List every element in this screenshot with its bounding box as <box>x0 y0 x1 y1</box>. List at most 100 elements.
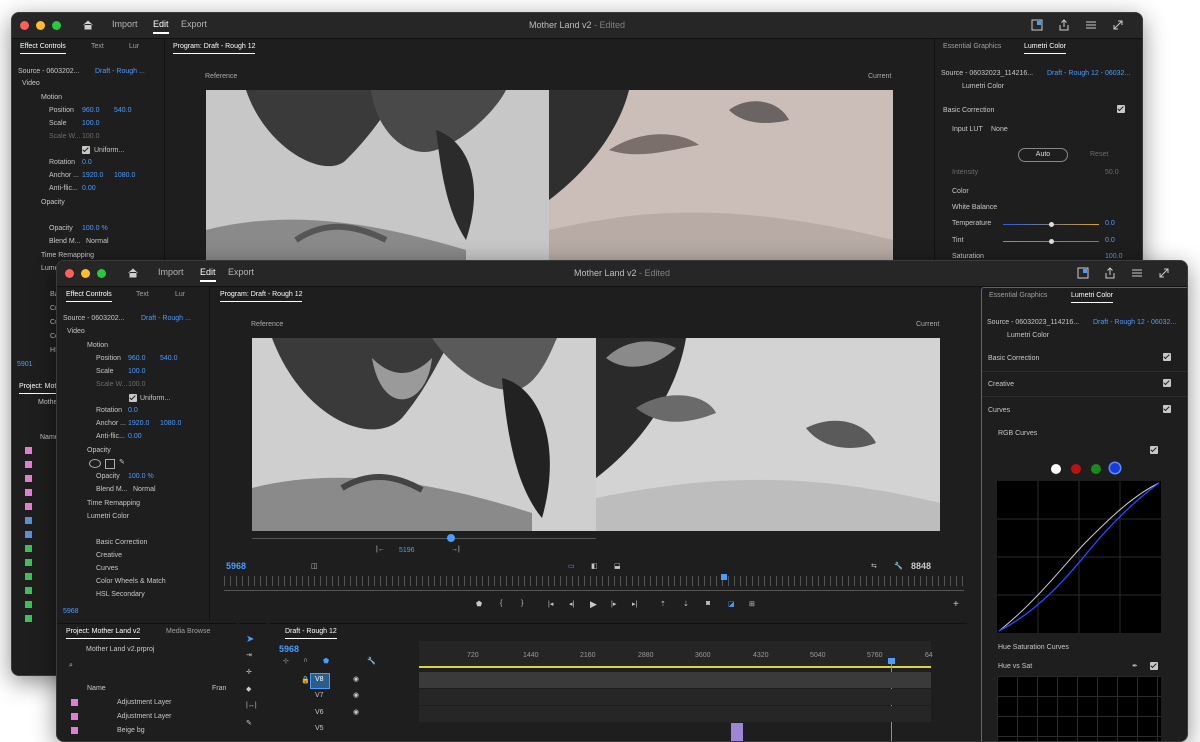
curves-checkbox[interactable] <box>1163 405 1171 413</box>
search-icon[interactable]: ⌕ <box>69 662 73 670</box>
export-frame-icon[interactable]: ◙ <box>706 600 710 607</box>
lumetri-color-wheels[interactable]: Color Wheels & Match <box>96 578 166 585</box>
blend-mode-select[interactable]: Normal <box>86 238 109 245</box>
current-frame[interactable] <box>596 338 940 531</box>
basic-correction-checkbox[interactable] <box>1163 353 1171 361</box>
tab-lumetri-color[interactable]: Lumetri Color <box>1024 43 1067 54</box>
prev-edit-icon[interactable]: |← <box>376 546 385 553</box>
uniform-scale-checkbox[interactable] <box>129 394 137 402</box>
temperature-value[interactable]: 0.0 <box>1105 220 1115 227</box>
track-label[interactable]: V5 <box>315 725 324 732</box>
mark-in-icon[interactable]: { <box>500 600 502 607</box>
antiflicker-value[interactable]: 0.00 <box>82 185 96 192</box>
position-x[interactable]: 960.0 <box>128 355 146 362</box>
antiflicker-value[interactable]: 0.00 <box>128 433 142 440</box>
reference-playhead[interactable] <box>447 534 455 542</box>
tab-lumetri-scopes[interactable]: Lur <box>129 43 139 50</box>
basic-correction-heading[interactable]: Basic Correction <box>943 107 994 114</box>
hue-vs-sat-graph[interactable] <box>997 676 1161 741</box>
anchor-y[interactable]: 1080.0 <box>114 172 135 179</box>
hue-vs-sat-checkbox[interactable] <box>1150 662 1158 670</box>
rgb-curve-graph[interactable] <box>997 481 1161 633</box>
quick-export-icon[interactable] <box>1076 266 1090 280</box>
eye-icon[interactable]: ◉ <box>353 708 359 716</box>
tint-value[interactable]: 0.0 <box>1105 237 1115 244</box>
comparison-view-icon[interactable]: ◫ <box>311 562 318 570</box>
swap-icon[interactable]: ⇆ <box>871 562 877 570</box>
tab-project[interactable]: Project: Mother Land v2 <box>66 628 141 639</box>
reference-scrubber[interactable] <box>252 538 596 539</box>
ripple-edit-icon[interactable]: ✛ <box>246 668 252 676</box>
lumetri-sequence[interactable]: Draft - Rough 12 - 06032... <box>1047 70 1130 77</box>
tint-slider[interactable] <box>1003 239 1099 244</box>
rgb-curves-heading[interactable]: RGB Curves <box>998 430 1037 437</box>
name-column[interactable]: Name <box>87 685 106 692</box>
play-icon[interactable]: ▶ <box>590 599 597 610</box>
tab-text[interactable]: Text <box>91 43 104 50</box>
work-area-bar[interactable] <box>419 666 931 668</box>
blend-mode-select[interactable]: Normal <box>133 486 156 493</box>
step-back-icon[interactable]: ◂| <box>569 600 574 608</box>
blue-channel-button[interactable] <box>1110 463 1120 473</box>
slider-knob[interactable] <box>1049 222 1054 227</box>
track-v7-row[interactable] <box>419 689 931 705</box>
time-remapping[interactable]: Time Remapping <box>41 252 94 259</box>
ec-timecode[interactable]: 5901 <box>17 361 33 368</box>
share-icon[interactable] <box>1103 266 1117 280</box>
source-label[interactable]: Source - 0603202... <box>63 315 125 322</box>
eye-icon[interactable]: ◉ <box>353 675 359 683</box>
section-curves[interactable]: Curves <box>988 407 1010 414</box>
linked-selection-icon[interactable]: ∩ <box>303 657 308 664</box>
add-button-icon[interactable]: + <box>953 599 959 610</box>
section-creative[interactable]: Creative <box>988 381 1014 388</box>
fullscreen-icon[interactable] <box>1111 18 1125 32</box>
track-label[interactable]: V6 <box>315 709 324 716</box>
lumetri-sequence[interactable]: Draft - Rough 12 - 06032... <box>1093 319 1176 326</box>
reference-frame[interactable] <box>206 90 549 265</box>
tab-essential-graphics[interactable]: Essential Graphics <box>989 292 1047 299</box>
rgb-curves-checkbox[interactable] <box>1150 446 1158 454</box>
hue-saturation-curves-heading[interactable]: Hue Saturation Curves <box>998 644 1069 651</box>
tab-media-browser[interactable]: Media Browse <box>166 628 210 635</box>
lumetri-hsl-secondary[interactable]: HSL Secondary <box>96 591 145 598</box>
lift-icon[interactable]: ⇡ <box>660 600 666 608</box>
vertical-split-icon[interactable]: ◧ <box>591 562 598 570</box>
tab-timeline[interactable]: Draft - Rough 12 <box>285 628 337 639</box>
lumetri-source[interactable]: Source - 06032023_114216... <box>941 70 1033 77</box>
program-time-ruler[interactable] <box>224 576 964 586</box>
creative-checkbox[interactable] <box>1163 379 1171 387</box>
step-forward-icon[interactable]: |▸ <box>611 600 616 608</box>
razor-tool-icon[interactable]: ◆ <box>246 685 251 693</box>
position-y[interactable]: 540.0 <box>160 355 178 362</box>
playhead-timecode[interactable]: 5968 <box>226 561 246 571</box>
tab-project[interactable]: Project: Mot <box>19 383 57 394</box>
timeline-timecode[interactable]: 5968 <box>279 644 299 654</box>
lumetri-curves[interactable]: Curves <box>96 565 118 572</box>
track-label[interactable]: V8 <box>315 676 324 683</box>
quick-export-icon[interactable] <box>1030 18 1044 32</box>
marker-icon[interactable]: ⬟ <box>476 600 482 608</box>
rectangle-mask-icon[interactable] <box>105 459 115 469</box>
lumetri-heading[interactable]: Lumetri Color <box>87 513 129 520</box>
time-remapping[interactable]: Time Remapping <box>87 500 140 507</box>
reference-frame[interactable] <box>252 338 596 531</box>
timeline-playhead-handle[interactable] <box>888 658 895 664</box>
anchor-x[interactable]: 1920.0 <box>128 420 149 427</box>
tab-lumetri-color[interactable]: Lumetri Color <box>1071 292 1114 303</box>
tab-lumetri-scopes[interactable]: Lur <box>175 291 185 298</box>
mark-out-icon[interactable]: } <box>521 600 523 607</box>
project-item[interactable]: Adjustment Layer <box>117 713 171 720</box>
pen-tool-icon[interactable]: ✎ <box>246 719 252 727</box>
wrench-icon[interactable]: 🔧 <box>894 562 903 570</box>
color-heading[interactable]: Color <box>952 188 969 195</box>
position-x[interactable]: 960.0 <box>82 107 100 114</box>
ec-timecode[interactable]: 5968 <box>63 608 79 615</box>
tab-essential-graphics[interactable]: Essential Graphics <box>943 43 1001 50</box>
source-label[interactable]: Source - 0603202... <box>18 68 80 75</box>
multi-camera-icon[interactable]: ⊞ <box>749 600 755 608</box>
side-by-side-icon[interactable]: ▭ <box>568 562 575 570</box>
project-item[interactable]: Adjustment Layer <box>117 699 171 706</box>
rotation-value[interactable]: 0.0 <box>82 159 92 166</box>
motion-label[interactable]: Motion <box>87 342 108 349</box>
opacity-heading[interactable]: Opacity <box>41 199 65 206</box>
